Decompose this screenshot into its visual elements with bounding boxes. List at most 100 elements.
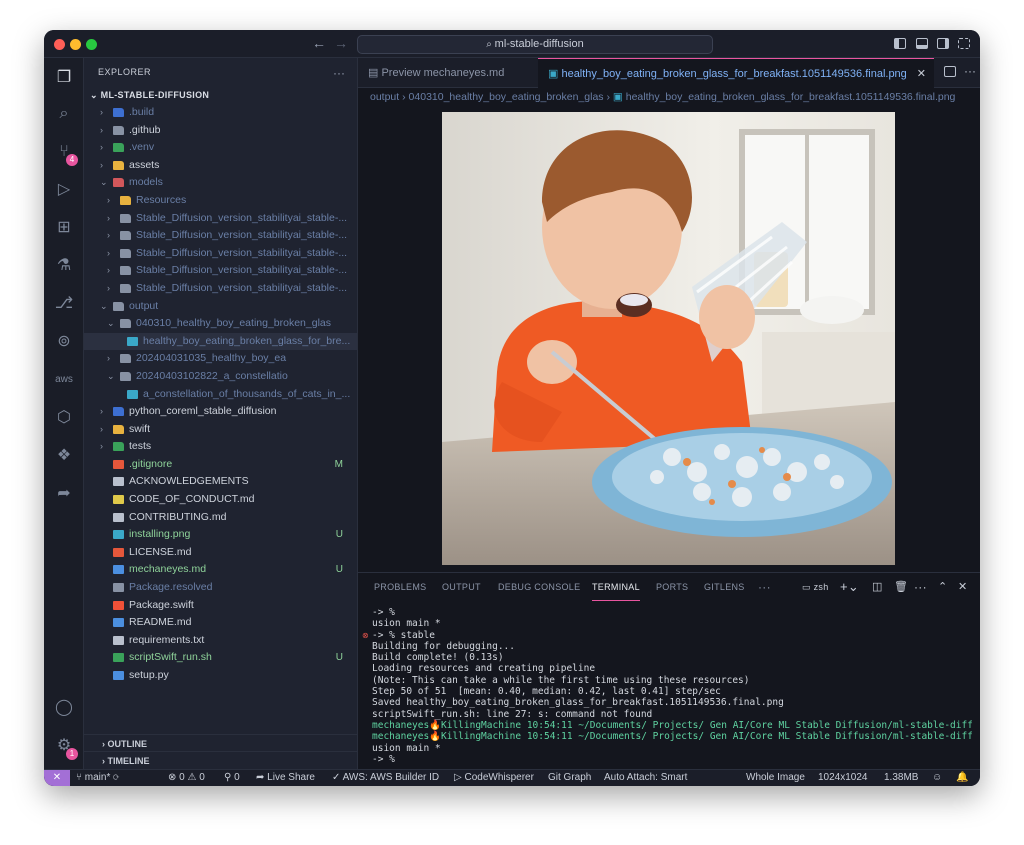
tree-folder[interactable]: › tests [84,438,357,456]
tree-item-label: a_constellation_of_thousands_of_cats_in_… [143,387,351,400]
tree-file[interactable]: CODE_OF_CONDUCT.md [84,491,357,509]
terminal-more-icon[interactable]: ··· [914,573,927,601]
tab-problems[interactable]: PROBLEMS [374,573,426,601]
close-panel-icon[interactable]: ✕ [958,573,968,601]
tree-file[interactable]: LICENSE.md [84,544,357,562]
remote-indicator[interactable]: ✕ [44,770,70,786]
live-share-icon[interactable]: ➦ [54,484,74,504]
accounts-icon[interactable]: ◯ [54,698,74,718]
tree-file[interactable]: scriptSwift_run.sh U [84,649,357,667]
tree-folder[interactable]: › assets [84,157,357,175]
problems-status[interactable]: ⊗ 0 ⚠ 0 [168,770,205,786]
editor-more-icon[interactable]: ··· [964,64,976,78]
breadcrumb-item[interactable]: 040310_healthy_boy_eating_broken_glas [409,91,604,103]
tree-folder[interactable]: ⌄ output [84,298,357,316]
tree-file[interactable]: installing.png U [84,526,357,544]
chevron-right-icon: › [107,247,110,258]
explorer-more-icon[interactable]: ··· [333,66,345,80]
tree-folder[interactable]: › swift [84,421,357,439]
zoom-window-button[interactable] [86,39,97,50]
back-arrow-icon[interactable]: ← [312,35,326,51]
terminal-shell-selector[interactable]: ▭ zsh [802,573,829,601]
tree-file[interactable]: ACKNOWLEDGEMENTS [84,473,357,491]
live-share-status[interactable]: ➦ Live Share [256,770,315,786]
play-icon: ▷ [454,772,465,783]
panel-more-icon[interactable]: ··· [758,573,771,601]
close-window-button[interactable] [54,39,65,50]
tree-file[interactable]: healthy_boy_eating_broken_glass_for_bre.… [84,332,357,351]
tree-folder[interactable]: › Stable_Diffusion_version_stabilityai_st… [84,245,357,263]
file-icon [113,653,124,663]
maximize-panel-icon[interactable]: ⌃ [938,573,948,601]
tree-folder[interactable]: ⌄ models [84,174,357,192]
tab-preview-mechaneyes[interactable]: ▤ Preview mechaneyes.md [358,58,524,88]
tree-file[interactable]: a_constellation_of_thousands_of_cats_in_… [84,386,357,404]
radio-tower-icon: ⚲ [224,772,235,783]
command-center-search[interactable]: ⌕ ml-stable-diffusion [357,35,713,54]
forward-arrow-icon[interactable]: → [334,35,348,51]
timeline-section[interactable]: › TIMELINE [84,751,357,769]
ports-status[interactable]: ⚲ 0 [224,770,240,786]
tree-folder[interactable]: › .github [84,122,357,140]
tree-folder[interactable]: ⌄ 20240403102822_a_constellatio [84,368,357,386]
git-graph-icon[interactable]: ⎇ [54,294,74,314]
new-terminal-icon[interactable]: +⌄ [840,573,859,601]
terminal-output[interactable]: -> % usion main * -> % stable Building for … [372,607,972,767]
tree-folder[interactable]: › Stable_Diffusion_version_stabilityai_st… [84,262,357,280]
tree-file[interactable]: README.md [84,614,357,632]
tab-debug-console[interactable]: DEBUG CONSOLE [498,573,580,601]
tree-folder[interactable]: › .build [84,104,357,122]
toggle-panel-icon[interactable] [916,38,928,49]
figma-icon[interactable]: ❖ [54,446,74,466]
testing-flask-icon[interactable]: ⚗ [54,256,74,276]
tree-folder[interactable]: › Stable_Diffusion_version_stabilityai_st… [84,227,357,245]
tree-folder[interactable]: › .venv [84,139,357,157]
aws-icon[interactable]: aws [54,370,74,390]
branch-status[interactable]: ⑂ main* ⟳ [76,770,119,786]
remote-explorer-icon[interactable]: ⊚ [54,332,74,352]
notifications-bell-icon[interactable]: 🔔 [956,770,968,786]
hexagon-extension-icon[interactable]: ⬡ [54,408,74,428]
git-graph-status[interactable]: Git Graph [548,770,591,786]
tree-folder[interactable]: ⌄ 040310_healthy_boy_eating_broken_glas [84,315,357,333]
customize-layout-icon[interactable] [958,38,970,49]
run-debug-icon[interactable]: ▷ [54,180,74,200]
tab-ports[interactable]: PORTS [656,573,688,601]
project-root[interactable]: ⌄ ML-STABLE-DIFFUSION [84,86,357,104]
minimize-window-button[interactable] [70,39,81,50]
split-editor-icon[interactable] [944,66,956,77]
outline-section[interactable]: › OUTLINE [84,734,357,752]
tab-output[interactable]: OUTPUT [442,573,481,601]
folder-icon [120,266,131,276]
explorer-icon[interactable]: ❐ [54,68,74,88]
tree-file[interactable]: .gitignore M [84,456,357,474]
tab-image-file[interactable]: ▣ healthy_boy_eating_broken_glass_for_br… [538,58,934,88]
tree-file[interactable]: mechaneyes.md U [84,561,357,579]
auto-attach-status[interactable]: Auto Attach: Smart [604,770,687,786]
toggle-secondary-sidebar-icon[interactable] [937,38,949,49]
close-tab-icon[interactable]: ✕ [917,59,926,89]
trash-icon[interactable]: 🗑 [894,573,908,601]
tree-folder[interactable]: › 202404031035_healthy_boy_ea [84,350,357,368]
tree-folder[interactable]: › Stable_Diffusion_version_stabilityai_st… [84,210,357,228]
codewhisperer-status[interactable]: ▷ CodeWhisperer [454,770,534,786]
tree-folder[interactable]: › python_coreml_stable_diffusion [84,403,357,421]
tree-file[interactable]: Package.resolved [84,579,357,597]
breadcrumb-item[interactable]: output [370,91,399,103]
aws-status[interactable]: ✓ AWS: AWS Builder ID [332,770,439,786]
tab-terminal[interactable]: TERMINAL [592,573,640,601]
tree-file[interactable]: requirements.txt [84,632,357,650]
copilot-icon[interactable]: ☺ [932,770,942,786]
tree-file[interactable]: CONTRIBUTING.md [84,509,357,527]
tree-folder[interactable]: › Resources [84,192,357,210]
tree-file[interactable]: setup.py [84,667,357,685]
toggle-sidebar-icon[interactable] [894,38,906,49]
search-icon[interactable]: ⌕ [54,104,74,124]
tab-gitlens[interactable]: GITLENS [704,573,745,601]
image-zoom-status[interactable]: Whole Image [746,770,805,786]
split-terminal-icon[interactable]: ◫ [872,573,883,601]
tree-folder[interactable]: › Stable_Diffusion_version_stabilityai_st… [84,280,357,298]
breadcrumb-item[interactable]: healthy_boy_eating_broken_glass_for_brea… [626,91,956,103]
tree-file[interactable]: Package.swift [84,597,357,615]
extensions-icon[interactable]: ⊞ [54,218,74,238]
